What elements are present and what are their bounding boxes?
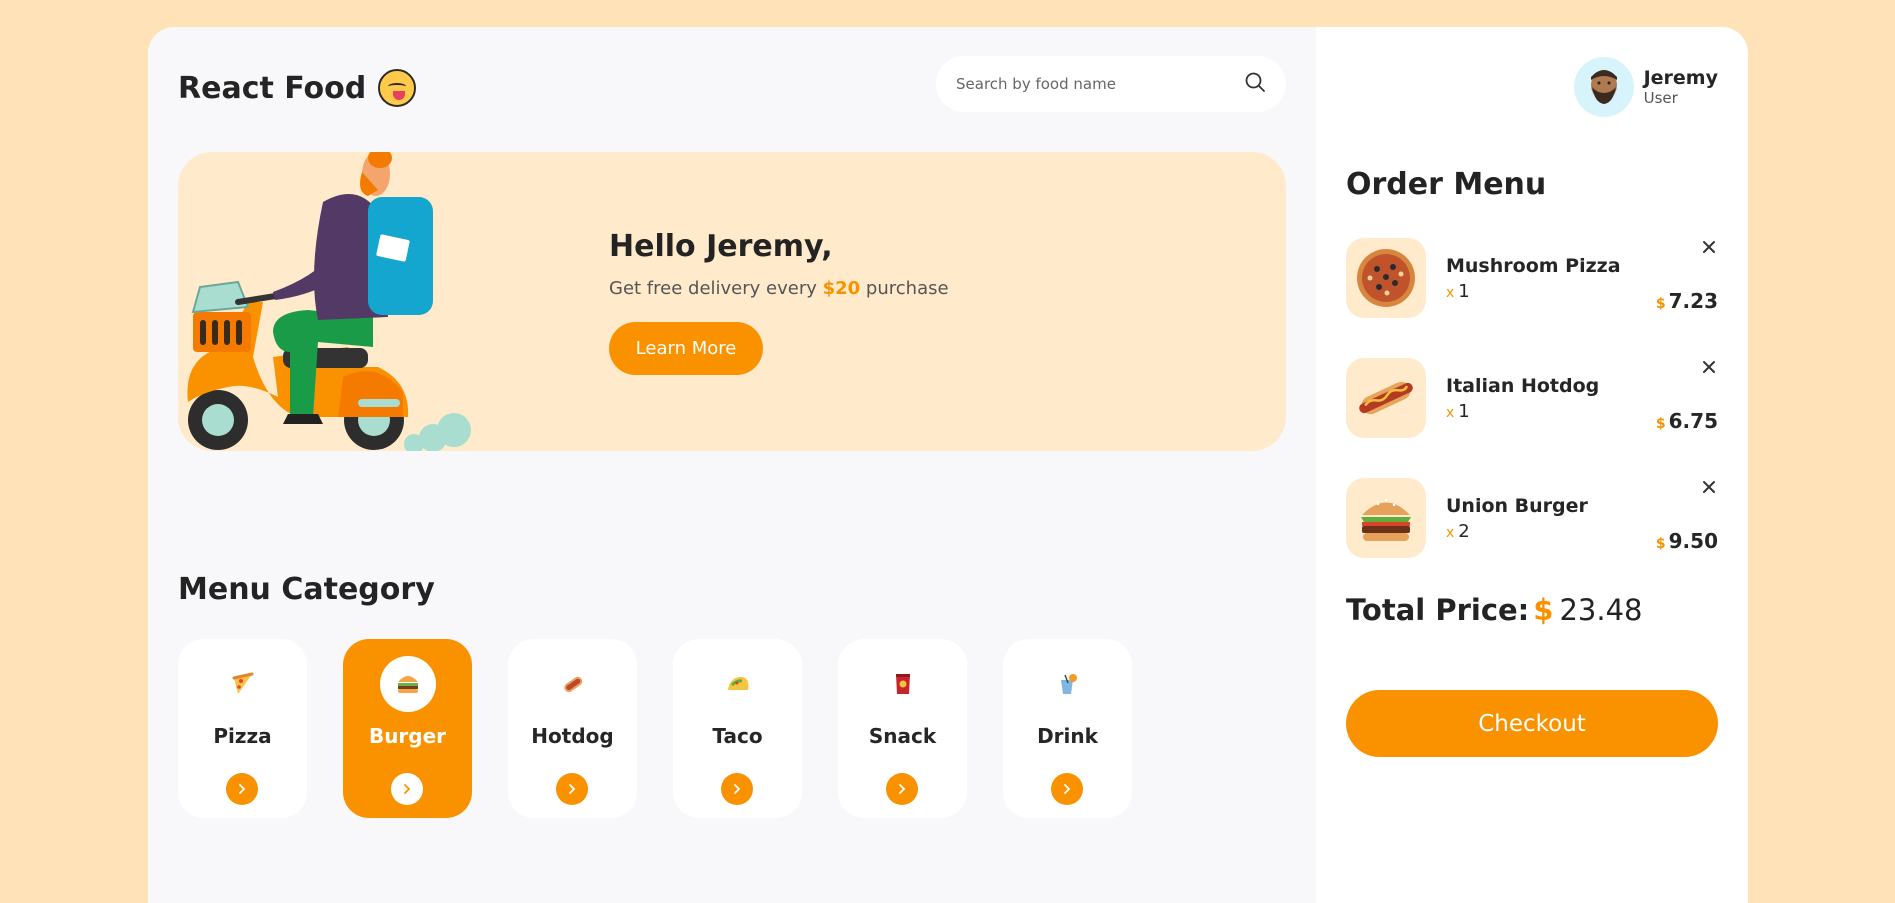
category-label: Drink: [1037, 724, 1098, 748]
order-item-quantity: x2: [1446, 521, 1470, 542]
category-label: Pizza: [213, 724, 272, 748]
app-title: React Food: [178, 70, 367, 106]
currency-symbol: $: [1655, 416, 1666, 432]
order-menu-heading: Order Menu: [1346, 167, 1547, 202]
price-value: 6.75: [1668, 409, 1718, 433]
order-item-price: $6.75: [1656, 409, 1718, 433]
quantity-prefix: x: [1446, 525, 1455, 541]
checkout-button[interactable]: Checkout: [1346, 690, 1718, 757]
hotdog-icon: [563, 676, 582, 693]
yummy-face-emoji-icon: [378, 69, 417, 107]
order-item-thumbnail: [1346, 238, 1426, 318]
profile-text: Jeremy User: [1644, 67, 1718, 107]
order-item-thumbnail: [1346, 358, 1426, 438]
category-card-drink[interactable]: Drink: [1003, 639, 1132, 818]
profile-role: User: [1643, 89, 1678, 107]
order-item-quantity: x1: [1446, 401, 1470, 422]
order-side-panel: Jeremy User Order Menu Mushroom Pizza x …: [1316, 27, 1748, 903]
chevron-right-icon[interactable]: [1051, 773, 1083, 805]
chevron-right-icon[interactable]: [226, 773, 258, 805]
learn-more-button[interactable]: Learn More: [609, 322, 763, 375]
drink-icon: [1060, 674, 1077, 694]
price-value: 7.23: [1668, 289, 1718, 313]
category-card-taco[interactable]: Taco: [673, 639, 802, 818]
brand: React Food: [178, 69, 417, 107]
order-item: Mushroom Pizza x1 $7.23: [1346, 238, 1718, 318]
close-icon[interactable]: [1700, 238, 1718, 256]
total-price: Total Price: $23.48: [1346, 593, 1643, 627]
quantity-prefix: x: [1446, 285, 1455, 301]
order-item-name: Mushroom Pizza: [1446, 255, 1621, 277]
scooter-delivery-illustration: [187, 152, 471, 451]
bearded-man-avatar-icon: [1590, 70, 1617, 104]
user-profile[interactable]: Jeremy User: [1573, 57, 1718, 117]
burger-icon: [1361, 498, 1411, 541]
order-item: Union Burger x2 $9.50: [1346, 478, 1718, 558]
snack-icon: [895, 674, 910, 694]
chevron-right-icon[interactable]: [556, 773, 588, 805]
order-item-price: $9.50: [1656, 529, 1718, 553]
banner-promo-text: Get free delivery every $20 purchase: [609, 278, 949, 299]
category-card-snack[interactable]: Snack: [838, 639, 967, 818]
currency-symbol: $: [1655, 296, 1666, 312]
category-label: Snack: [868, 724, 937, 748]
category-label: Burger: [368, 724, 447, 748]
total-price-label: Total Price:: [1346, 593, 1530, 627]
order-item-name: Union Burger: [1446, 495, 1588, 517]
hotdog-icon: [1359, 381, 1413, 415]
chevron-right-icon[interactable]: [391, 773, 423, 805]
quantity-value: 1: [1458, 281, 1470, 302]
order-item-quantity: x1: [1446, 281, 1470, 302]
quantity-prefix: x: [1446, 405, 1455, 421]
close-icon[interactable]: [1700, 478, 1718, 496]
search-icon[interactable]: [1244, 71, 1266, 97]
total-currency-symbol: $: [1533, 593, 1554, 627]
category-card-burger[interactable]: Burger: [343, 639, 472, 818]
app-window: React Food Search by food name Hello Jer…: [148, 27, 1748, 903]
order-item-name: Italian Hotdog: [1446, 375, 1600, 397]
currency-symbol: $: [1655, 536, 1666, 552]
taco-icon: [727, 676, 748, 690]
search-input[interactable]: [956, 75, 1244, 93]
promo-text-after: purchase: [865, 278, 949, 299]
profile-name: Jeremy: [1643, 67, 1718, 89]
chevron-right-icon[interactable]: [721, 773, 753, 805]
order-list: Mushroom Pizza x1 $7.23 Italian Hotdog x…: [1346, 238, 1718, 598]
quantity-value: 2: [1458, 521, 1470, 542]
close-icon[interactable]: [1700, 358, 1718, 376]
chevron-right-icon[interactable]: [886, 773, 918, 805]
category-card-hotdog[interactable]: Hotdog: [508, 639, 637, 818]
pizza-icon: [232, 672, 253, 694]
category-card-pizza[interactable]: Pizza: [178, 639, 307, 818]
banner-greeting: Hello Jeremy,: [609, 229, 833, 264]
category-list: Pizza Burger Hotdog Taco Snack Drink: [178, 639, 1132, 818]
burger-icon: [397, 676, 418, 693]
search-bar[interactable]: [936, 56, 1286, 112]
price-value: 9.50: [1668, 529, 1718, 553]
total-price-value: 23.48: [1559, 593, 1643, 627]
promo-text-before: Get free delivery every: [609, 278, 817, 299]
promo-banner: Hello Jeremy, Get free delivery every $2…: [178, 152, 1286, 451]
menu-category-heading: Menu Category: [178, 572, 435, 607]
order-item-price: $7.23: [1656, 289, 1718, 313]
category-label: Taco: [712, 724, 763, 748]
pizza-icon: [1357, 249, 1415, 307]
main-panel: React Food Search by food name Hello Jer…: [148, 27, 1316, 903]
promo-price: $20: [822, 278, 861, 299]
category-label: Hotdog: [531, 724, 614, 748]
avatar[interactable]: [1573, 57, 1634, 117]
order-item: Italian Hotdog x1 $6.75: [1346, 358, 1718, 438]
quantity-value: 1: [1458, 401, 1470, 422]
order-item-thumbnail: [1346, 478, 1426, 558]
